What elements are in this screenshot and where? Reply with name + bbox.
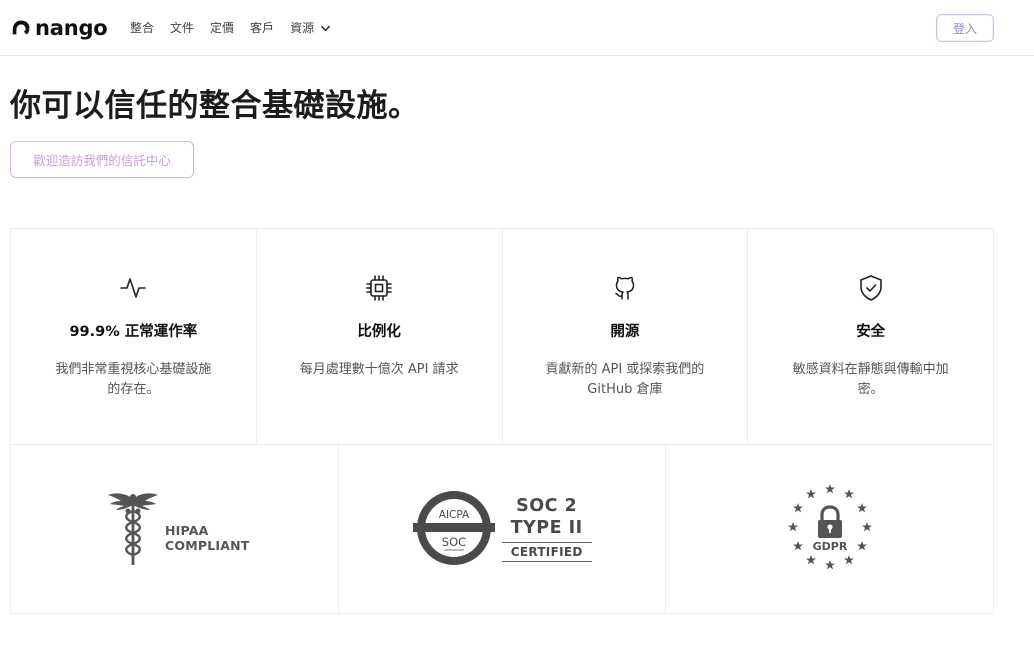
compliance-badges: HIPAA COMPLIANT AICPA SOC SOC 2 TYPE II … <box>10 443 995 614</box>
soc2-title: SOC 2 <box>516 496 578 516</box>
feature-card-uptime: 99.9% 正常運作率 我們非常重視核心基礎設施的存在。 <box>11 229 257 445</box>
hipaa-badge: HIPAA COMPLIANT <box>11 443 339 614</box>
pulse-icon <box>120 278 147 298</box>
hipaa-line2: COMPLIANT <box>165 538 250 553</box>
nango-logo-icon <box>12 20 30 35</box>
feature-desc: 貢獻新的 API 或探索我們的 GitHub 倉庫 <box>545 362 705 397</box>
nav-label: 文件 <box>170 21 195 35</box>
nav-label: 資源 <box>290 21 315 35</box>
gdpr-badge: GDPR <box>666 443 995 614</box>
nav-integrations[interactable]: 整合 <box>130 19 154 37</box>
main-nav: 整合 文件 定價 客戶 資源 <box>130 19 331 37</box>
nav-docs[interactable]: 文件 <box>170 19 194 37</box>
top-nav-bar: nango 整合 文件 定價 客戶 資源 登入 <box>0 0 1034 56</box>
nav-resources[interactable]: 資源 <box>290 19 331 37</box>
aicpa-soc-seal: AICPA SOC <box>412 491 495 565</box>
feature-title: 安全 <box>856 324 886 340</box>
soc2-type: TYPE II <box>510 518 583 538</box>
soc2-badge: AICPA SOC SOC 2 TYPE II CERTIFIED <box>338 443 667 614</box>
shield-check-icon <box>859 275 882 301</box>
feature-desc: 敏感資料在靜態與傳輸中加密。 <box>792 362 949 397</box>
feature-title: 開源 <box>610 324 640 340</box>
logo-text: nango <box>35 16 108 40</box>
github-icon <box>615 276 635 300</box>
hipaa-line1: HIPAA <box>165 523 209 538</box>
nango-logo[interactable]: nango <box>10 14 108 42</box>
gdpr-stars-lock-icon: GDPR <box>788 484 873 570</box>
soc2-text: SOC 2 TYPE II CERTIFIED <box>501 495 592 562</box>
aicpa-text: AICPA <box>438 509 469 521</box>
feature-card-scale: 比例化 每月處理數十億次 API 請求 <box>256 229 503 445</box>
trust-center-button[interactable]: 歡迎造訪我們的信託中心 <box>10 141 194 178</box>
feature-grid: 99.9% 正常運作率 我們非常重視核心基礎設施的存在。 比例化 每月處理數十億… <box>10 228 994 445</box>
soc-seal-text: SOC <box>441 535 465 549</box>
cpu-icon <box>366 275 392 301</box>
feature-title: 比例化 <box>357 324 401 340</box>
login-button[interactable]: 登入 <box>936 14 994 42</box>
feature-desc: 我們非常重視核心基礎設施的存在。 <box>55 362 212 397</box>
chevron-down-icon <box>321 25 331 31</box>
nav-label: 定價 <box>210 21 235 35</box>
gdpr-text: GDPR <box>813 540 848 553</box>
feature-title: 99.9% 正常運作率 <box>69 324 198 340</box>
caduceus-icon <box>108 493 158 565</box>
page-title: 你可以信任的整合基礎設施。 <box>10 88 420 124</box>
feature-desc: 每月處理數十億次 API 請求 <box>299 362 459 377</box>
nav-label: 整合 <box>130 21 155 35</box>
nav-label: 客戶 <box>250 21 275 35</box>
soc2-certified: CERTIFIED <box>501 542 592 562</box>
nav-pricing[interactable]: 定價 <box>210 19 234 37</box>
feature-card-security: 安全 敏感資料在靜態與傳輸中加密。 <box>748 229 994 445</box>
feature-card-open-source: 開源 貢獻新的 API 或探索我們的 GitHub 倉庫 <box>502 229 749 445</box>
nav-customers[interactable]: 客戶 <box>250 19 274 37</box>
hipaa-text: HIPAA COMPLIANT <box>165 523 249 553</box>
